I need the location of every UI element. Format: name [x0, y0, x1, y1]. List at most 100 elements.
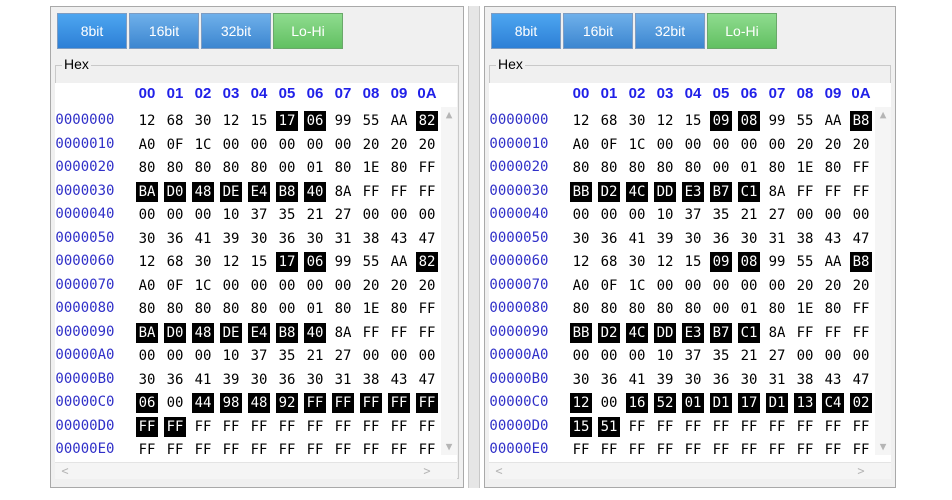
byte-cell[interactable]: FF [822, 323, 844, 343]
byte-cell-changed[interactable]: B8 [850, 111, 872, 131]
byte-cell[interactable]: 30 [682, 229, 704, 249]
byte-cell[interactable]: 00 [220, 135, 242, 155]
byte-cell[interactable]: FF [850, 323, 872, 343]
byte-cell[interactable]: 20 [850, 276, 872, 296]
vertical-scrollbar[interactable]: ▲ ▼ [441, 107, 457, 455]
byte-cell[interactable]: 00 [304, 276, 326, 296]
byte-cell-changed[interactable]: 06 [304, 252, 326, 272]
byte-cell-changed[interactable]: 52 [654, 393, 676, 413]
byte-cell[interactable]: FF [388, 440, 410, 460]
byte-cell[interactable]: 30 [192, 252, 214, 272]
byte-cell-changed[interactable]: E4 [248, 181, 270, 202]
byte-cell[interactable]: FF [416, 158, 438, 178]
byte-cell[interactable]: 38 [794, 229, 816, 249]
byte-cell[interactable]: 15 [682, 252, 704, 272]
byte-cell-changed[interactable]: BA [136, 181, 158, 202]
byte-cell[interactable]: 1C [192, 135, 214, 155]
byte-cell[interactable]: FF [794, 182, 816, 202]
byte-cell[interactable]: 0F [598, 135, 620, 155]
byte-cell[interactable]: 80 [766, 158, 788, 178]
byte-cell[interactable]: 21 [738, 205, 760, 225]
byte-cell[interactable]: 30 [192, 111, 214, 131]
scroll-left-icon[interactable]: < [57, 463, 73, 479]
byte-cell[interactable]: 30 [304, 370, 326, 390]
byte-cell[interactable]: 0F [164, 135, 186, 155]
byte-cell[interactable]: FF [710, 417, 732, 437]
byte-cell[interactable]: 36 [164, 370, 186, 390]
byte-cell[interactable]: 20 [360, 135, 382, 155]
byte-cell[interactable]: 00 [598, 346, 620, 366]
byte-cell[interactable]: 00 [136, 205, 158, 225]
byte-cell[interactable]: 80 [682, 158, 704, 178]
byte-cell[interactable]: 39 [654, 370, 676, 390]
byte-cell-changed[interactable]: 4C [626, 181, 648, 202]
byte-cell[interactable]: FF [570, 440, 592, 460]
byte-cell-changed[interactable]: B7 [710, 181, 732, 202]
byte-cell[interactable]: 20 [850, 135, 872, 155]
byte-cell[interactable]: 00 [626, 205, 648, 225]
byte-cell[interactable]: 00 [248, 135, 270, 155]
byte-cell[interactable]: 80 [654, 299, 676, 319]
byte-cell-changed[interactable]: BB [570, 181, 592, 202]
byte-cell[interactable]: 68 [164, 252, 186, 272]
byte-cell[interactable]: 38 [360, 370, 382, 390]
byte-cell[interactable]: A0 [570, 276, 592, 296]
byte-cell[interactable]: 31 [766, 370, 788, 390]
byte-cell[interactable]: 35 [710, 346, 732, 366]
byte-cell[interactable]: 30 [248, 370, 270, 390]
byte-cell[interactable]: 1C [192, 276, 214, 296]
byte-cell-changed[interactable]: BB [570, 322, 592, 343]
byte-cell-changed[interactable]: B8 [276, 181, 298, 202]
byte-cell[interactable]: 36 [164, 229, 186, 249]
byte-cell[interactable]: 80 [136, 299, 158, 319]
byte-cell[interactable]: 00 [766, 276, 788, 296]
byte-cell[interactable]: 80 [220, 299, 242, 319]
byte-cell[interactable]: 00 [276, 135, 298, 155]
byte-cell[interactable]: 43 [822, 370, 844, 390]
byte-cell[interactable]: 30 [738, 370, 760, 390]
byte-cell[interactable]: FF [794, 417, 816, 437]
byte-cell[interactable]: 8A [332, 182, 354, 202]
byte-cell-changed[interactable]: 92 [276, 393, 298, 413]
byte-cell[interactable]: 0F [164, 276, 186, 296]
byte-cell[interactable]: 47 [416, 370, 438, 390]
byte-cell[interactable]: 20 [416, 135, 438, 155]
byte-cell[interactable]: 80 [822, 158, 844, 178]
byte-cell[interactable]: 36 [276, 229, 298, 249]
byte-cell-changed[interactable]: 51 [598, 416, 620, 437]
byte-cell[interactable]: 01 [304, 299, 326, 319]
byte-cell[interactable]: FF [794, 323, 816, 343]
byte-cell[interactable]: 00 [220, 276, 242, 296]
byte-cell[interactable]: 80 [192, 299, 214, 319]
byte-cell-changed[interactable]: 40 [304, 181, 326, 202]
byte-cell[interactable]: 00 [416, 205, 438, 225]
byte-cell[interactable]: 00 [682, 276, 704, 296]
byte-cell[interactable]: FF [220, 440, 242, 460]
byte-cell-changed[interactable]: B8 [276, 322, 298, 343]
byte-cell[interactable]: 47 [850, 370, 872, 390]
byte-cell-changed[interactable]: 98 [220, 393, 242, 413]
byte-cell[interactable]: FF [850, 158, 872, 178]
byte-cell[interactable]: 00 [136, 346, 158, 366]
byte-cell[interactable]: 80 [332, 299, 354, 319]
byte-cell[interactable]: 1E [360, 158, 382, 178]
byte-cell[interactable]: 00 [164, 346, 186, 366]
byte-cell[interactable]: 20 [794, 276, 816, 296]
byte-cell[interactable]: FF [822, 440, 844, 460]
byte-cell-changed[interactable]: E3 [682, 322, 704, 343]
byte-cell[interactable]: 36 [710, 370, 732, 390]
byte-cell-changed[interactable]: D0 [164, 181, 186, 202]
byte-cell-changed[interactable]: 01 [682, 393, 704, 413]
byte-cell[interactable]: 27 [766, 346, 788, 366]
byte-cell[interactable]: 21 [738, 346, 760, 366]
byte-cell[interactable]: 80 [766, 299, 788, 319]
byte-cell[interactable]: 20 [416, 276, 438, 296]
scroll-down-icon[interactable]: ▼ [441, 439, 457, 455]
byte-cell[interactable]: FF [850, 299, 872, 319]
byte-cell[interactable]: 55 [360, 252, 382, 272]
byte-cell[interactable]: 99 [766, 252, 788, 272]
byte-cell[interactable]: 55 [794, 111, 816, 131]
byte-cell[interactable]: FF [682, 417, 704, 437]
byte-cell[interactable]: 00 [822, 205, 844, 225]
byte-cell[interactable]: 80 [248, 158, 270, 178]
